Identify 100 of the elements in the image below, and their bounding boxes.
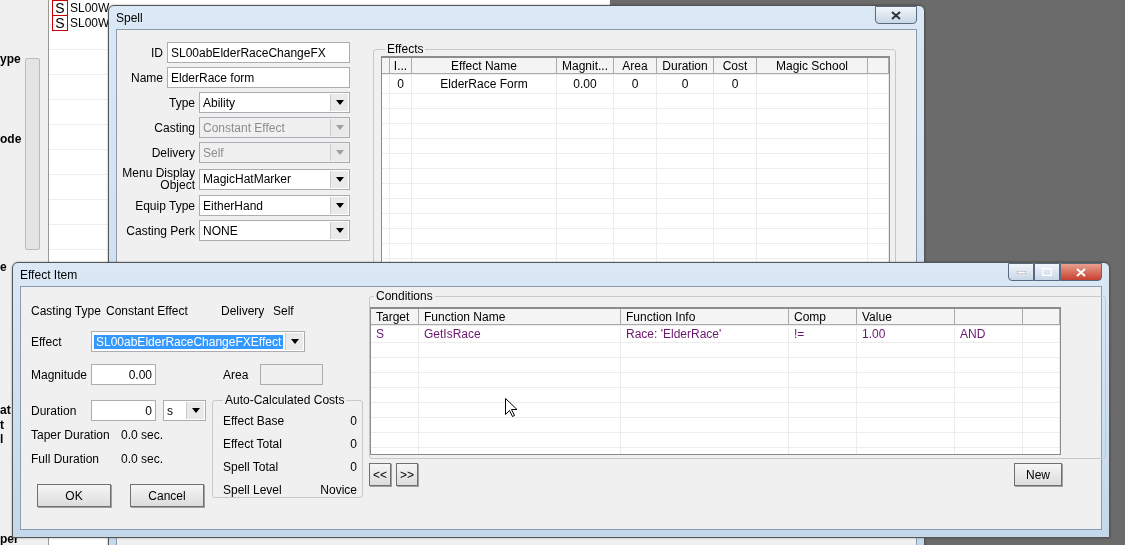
table-cell: 0	[714, 75, 757, 93]
maximize-icon	[1042, 268, 1052, 276]
dropdown-arrow-icon	[335, 125, 344, 130]
cost-label: Effect Total	[223, 436, 282, 451]
table-cell: !=	[789, 326, 857, 342]
dialog-button[interactable]: OK	[37, 484, 111, 507]
area-field[interactable]	[260, 364, 323, 385]
background-label: at	[0, 403, 11, 417]
window-title: Effect Item	[20, 267, 78, 282]
magnitude-field[interactable]: 0.00	[91, 364, 156, 385]
table-cell: 0	[657, 75, 714, 93]
full-duration-value: 0.0 sec.	[121, 452, 164, 466]
close-icon	[891, 10, 901, 20]
field-label: Taper Duration	[31, 428, 111, 442]
column-header[interactable]: Value	[857, 309, 955, 325]
cost-label: Spell Total	[223, 459, 279, 474]
field-label: Equip Type	[134, 199, 195, 212]
cost-label: Spell Level	[223, 482, 282, 497]
spell-type-icon: S	[52, 14, 68, 31]
dropdown-arrow-icon	[335, 176, 344, 182]
list-item[interactable]: SL00W	[70, 0, 110, 15]
dropdown-arrow-icon	[191, 408, 200, 413]
field-label: Delivery	[150, 146, 195, 159]
dropdown[interactable]: MagicHatMarker	[199, 168, 350, 190]
table-cell: 1.00	[857, 326, 955, 342]
dropdown-arrow-icon	[335, 150, 344, 155]
text-field[interactable]: ElderRace form	[167, 67, 350, 88]
delivery-value: Self	[273, 304, 294, 318]
group-title: Conditions	[375, 289, 434, 303]
column-header[interactable]: Function Info	[621, 309, 789, 325]
dropdown-arrow-icon	[335, 100, 344, 105]
dropdown[interactable]: NONE	[199, 220, 350, 241]
dropdown[interactable]: EitherHand	[199, 195, 350, 216]
cost-label: Effect Base	[223, 413, 285, 428]
column-header[interactable]: Magnit...	[557, 58, 614, 74]
page-button[interactable]: >>	[396, 463, 418, 486]
cost-value: 0	[350, 436, 357, 451]
cost-value: 0	[350, 413, 357, 428]
field-label: Casting Perk	[125, 224, 195, 237]
dropdown[interactable]: Ability	[199, 92, 350, 113]
group-title: Auto-Calculated Costs	[224, 393, 346, 407]
column-header[interactable]: Effect Name	[412, 58, 557, 74]
field-label: ID	[150, 46, 163, 59]
mouse-pointer-icon	[505, 398, 517, 417]
table-cell: Race: 'ElderRace'	[621, 326, 789, 342]
table-cell: 0	[614, 75, 657, 93]
cost-value: 0	[350, 459, 357, 474]
casting-type-value: Constant Effect	[106, 304, 189, 318]
table-cell: ElderRace Form	[412, 75, 557, 93]
window-title: Spell	[116, 10, 143, 25]
page-button[interactable]: <<	[369, 463, 391, 486]
field-label: Type	[168, 96, 195, 109]
duration-field[interactable]: 0	[91, 400, 156, 421]
cost-value: Novice	[320, 482, 357, 497]
field-label: Magnitude	[31, 367, 89, 382]
maximize-button[interactable]	[1034, 263, 1060, 281]
dialog-button[interactable]: Cancel	[130, 484, 204, 507]
close-icon	[1076, 267, 1086, 277]
field-label: Full Duration	[31, 452, 101, 466]
dropdown-arrow-icon	[290, 339, 299, 344]
text-field[interactable]: SL00abElderRaceChangeFX	[167, 42, 350, 63]
list-item[interactable]: SL00W	[70, 15, 110, 30]
background-label: l	[0, 432, 4, 446]
table-cell: 0	[390, 75, 412, 93]
close-button[interactable]	[875, 6, 917, 24]
spell-type-icon: S	[52, 0, 68, 16]
background-label: t	[0, 418, 4, 432]
taper-duration-value: 0.0 sec.	[121, 428, 164, 442]
column-header[interactable]: Comp	[789, 309, 857, 325]
scrollbar[interactable]	[25, 58, 40, 250]
minimize-button[interactable]	[1008, 263, 1034, 281]
close-button[interactable]	[1060, 263, 1102, 281]
background-label: ype	[0, 52, 21, 66]
column-header[interactable]: Area	[614, 58, 657, 74]
table-cell: GetIsRace	[419, 326, 621, 342]
field-label: Name	[130, 71, 163, 84]
background-label: ode	[0, 132, 22, 146]
column-header[interactable]: Function Name	[419, 309, 621, 325]
column-header[interactable]: I...	[390, 58, 412, 74]
dropdown[interactable]: s	[163, 400, 206, 421]
dropdown-arrow-icon	[335, 203, 344, 208]
group-title: Effects	[386, 42, 425, 56]
field-label: Casting Type	[31, 304, 102, 318]
column-header[interactable]: Cost	[714, 58, 757, 74]
field-label: Area	[223, 367, 250, 382]
field-label: Effect	[31, 334, 63, 349]
field-label: Delivery	[221, 304, 266, 318]
column-header[interactable]: Magic School	[757, 58, 868, 74]
field-label: Menu Display Object	[121, 167, 195, 191]
dropdown-arrow-icon	[335, 228, 344, 233]
minimize-icon	[1016, 270, 1026, 274]
column-header[interactable]: Target	[371, 309, 419, 325]
table-cell: AND	[955, 326, 1023, 342]
column-header[interactable]: Duration	[657, 58, 714, 74]
field-label: Duration	[31, 403, 78, 418]
background-label: e	[0, 260, 7, 274]
field-label: Casting	[153, 121, 195, 134]
table-cell: 0.00	[557, 75, 614, 93]
new-button[interactable]: New	[1014, 463, 1062, 486]
table-cell: S	[371, 326, 419, 342]
